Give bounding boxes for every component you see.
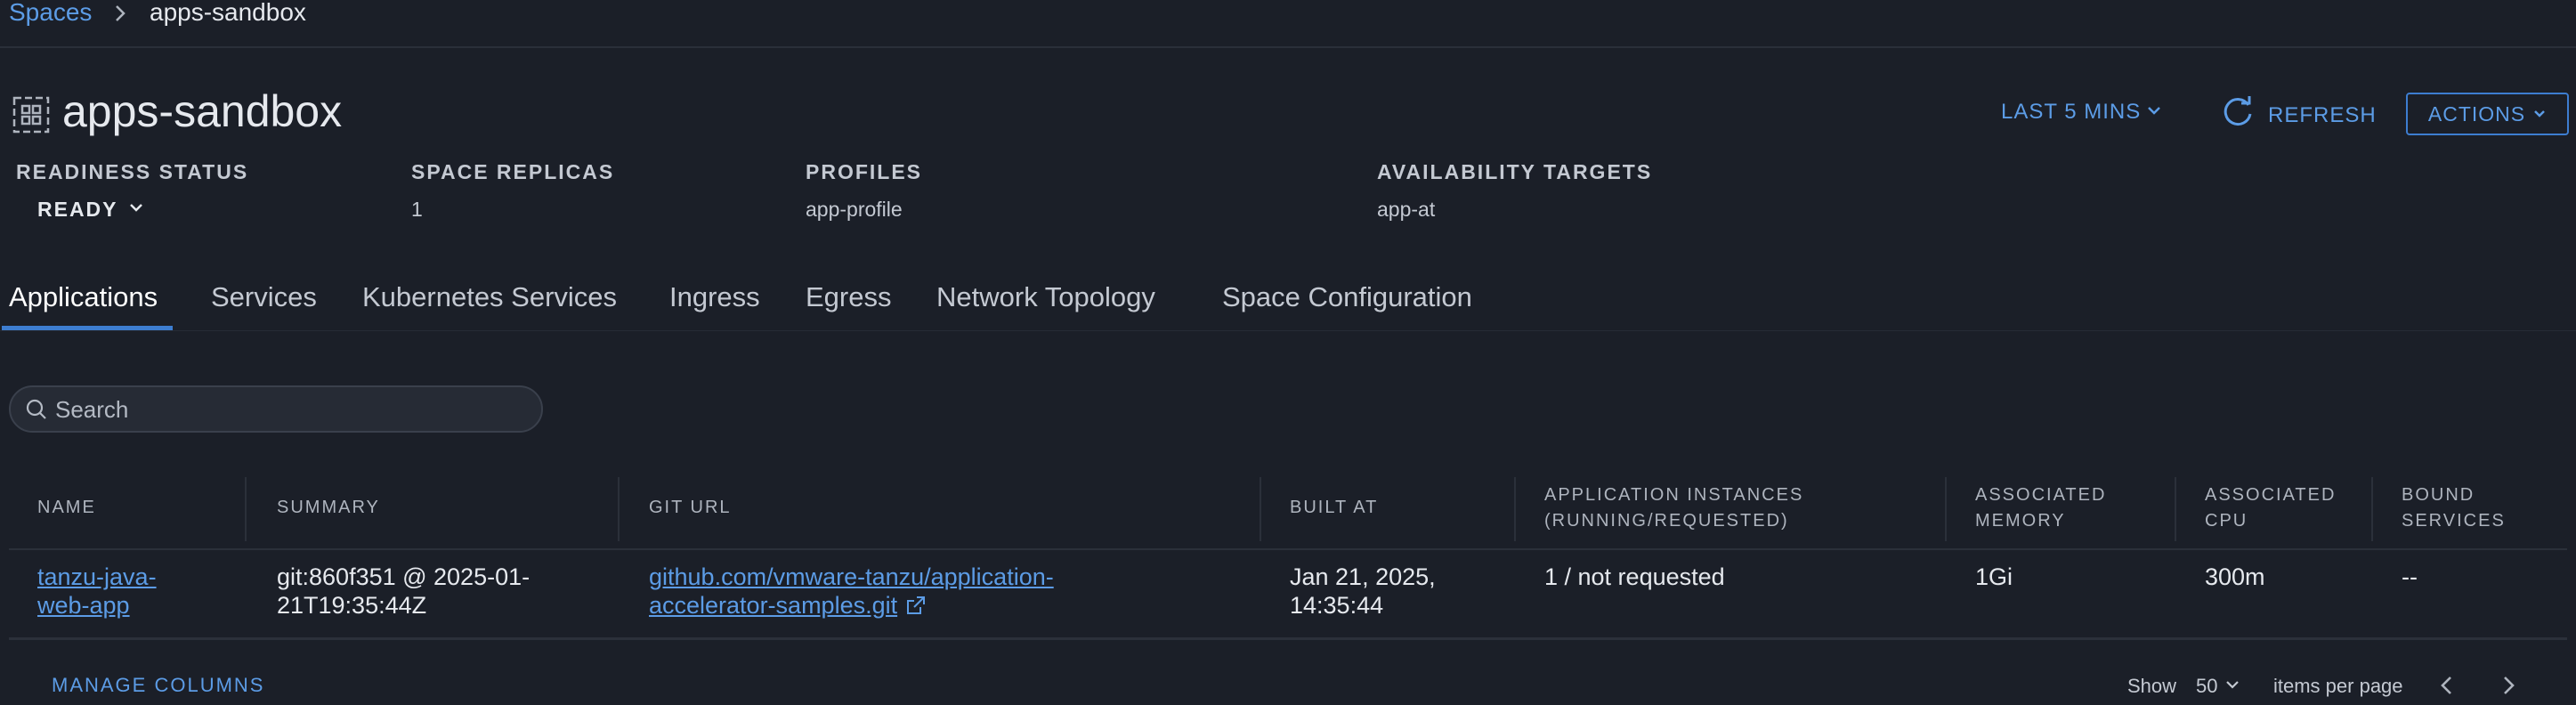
column-divider[interactable] (2175, 477, 2176, 541)
actions-button[interactable]: ACTIONS (2406, 93, 2569, 135)
readiness-status-value: READY (37, 198, 118, 221)
column-divider[interactable] (1260, 477, 1261, 541)
page-title: apps-sandbox (62, 86, 343, 136)
column-divider[interactable] (2371, 477, 2373, 541)
breadcrumb: Spaces apps-sandbox (0, 0, 2576, 48)
column-divider[interactable] (618, 477, 620, 541)
search-box[interactable] (9, 385, 543, 433)
readiness-status-label: READINESS STATUS (16, 160, 249, 183)
active-tab-indicator (2, 326, 173, 330)
table-header-divider (9, 548, 2567, 550)
items-per-page-label: items per page (2273, 675, 2403, 697)
chevron-right-icon (112, 0, 130, 31)
chevron-right-icon[interactable] (2498, 672, 2519, 703)
breadcrumb-spaces-link[interactable]: Spaces (9, 0, 92, 27)
external-link-icon[interactable] (904, 592, 928, 619)
refresh-label: REFRESH (2268, 102, 2377, 127)
manage-columns-button[interactable]: MANAGE COLUMNS (52, 674, 264, 697)
refresh-icon (2220, 94, 2256, 136)
availability-targets-value: app-at (1377, 198, 1436, 221)
refresh-button[interactable]: REFRESH (2220, 94, 2377, 136)
page-size-dropdown[interactable]: 50 (2196, 675, 2240, 698)
tab-space-configuration[interactable]: Space Configuration (1222, 281, 1472, 313)
associated-cpu: 300m (2205, 563, 2265, 590)
space-replicas-value: 1 (411, 198, 423, 221)
built-at: Jan 21, 2025, 14:35:44 (1290, 563, 1436, 619)
tab-ingress[interactable]: Ingress (669, 281, 760, 313)
column-divider[interactable] (1945, 477, 1947, 541)
tab-network-topology[interactable]: Network Topology (936, 281, 1155, 313)
chevron-down-icon (2224, 675, 2240, 698)
table-row-divider (9, 637, 2567, 640)
space-replicas-label: SPACE REPLICAS (411, 160, 615, 183)
tab-kubernetes-services[interactable]: Kubernetes Services (362, 281, 617, 313)
profiles-value: app-profile (806, 198, 903, 221)
tab-egress[interactable]: Egress (806, 281, 891, 313)
column-divider[interactable] (245, 477, 247, 541)
chevron-down-icon (2146, 100, 2162, 125)
tab-bar: Applications Services Kubernetes Service… (0, 276, 2576, 331)
profiles-label: PROFILES (806, 160, 923, 183)
space-grid-icon (12, 96, 50, 138)
column-header-git-url[interactable]: GIT URL (649, 495, 732, 521)
chevron-left-icon[interactable] (2436, 672, 2458, 703)
search-input[interactable] (55, 394, 527, 425)
bound-services: -- (2402, 563, 2418, 590)
git-url-link[interactable]: github.com/vmware-tanzu/application- acc… (649, 563, 1054, 620)
column-header-application-instances[interactable]: APPLICATION INSTANCES (RUNNING/REQUESTED… (1544, 482, 1803, 534)
show-label: Show (2127, 675, 2177, 697)
chevron-down-icon (2532, 102, 2547, 126)
app-name-link[interactable]: tanzu-java- web-app (37, 563, 157, 620)
column-header-summary[interactable]: SUMMARY (277, 495, 380, 521)
column-header-bound-services[interactable]: BOUND SERVICES (2402, 482, 2506, 534)
app-summary: git:860f351 @ 2025-01- 21T19:35:44Z (277, 563, 531, 619)
chevron-down-icon (127, 198, 145, 222)
actions-label: ACTIONS (2427, 101, 2526, 126)
application-instances: 1 / not requested (1544, 563, 1725, 590)
search-icon (25, 398, 48, 425)
page-size-value: 50 (2196, 675, 2218, 697)
time-range-label: LAST 5 MINS (2001, 100, 2142, 124)
column-header-built-at[interactable]: BUILT AT (1290, 495, 1378, 521)
tab-services[interactable]: Services (211, 281, 317, 313)
tab-applications[interactable]: Applications (9, 281, 158, 313)
readiness-status-dropdown[interactable]: READY (37, 198, 145, 222)
column-header-associated-memory[interactable]: ASSOCIATED MEMORY (1975, 482, 2106, 534)
column-header-name[interactable]: NAME (37, 495, 96, 521)
associated-memory: 1Gi (1975, 563, 2013, 590)
breadcrumb-current: apps-sandbox (150, 0, 306, 26)
column-divider[interactable] (1514, 477, 1516, 541)
column-header-associated-cpu[interactable]: ASSOCIATED CPU (2205, 482, 2336, 534)
availability-targets-label: AVAILABILITY TARGETS (1377, 160, 1653, 183)
time-range-dropdown[interactable]: LAST 5 MINS (2001, 100, 2162, 125)
